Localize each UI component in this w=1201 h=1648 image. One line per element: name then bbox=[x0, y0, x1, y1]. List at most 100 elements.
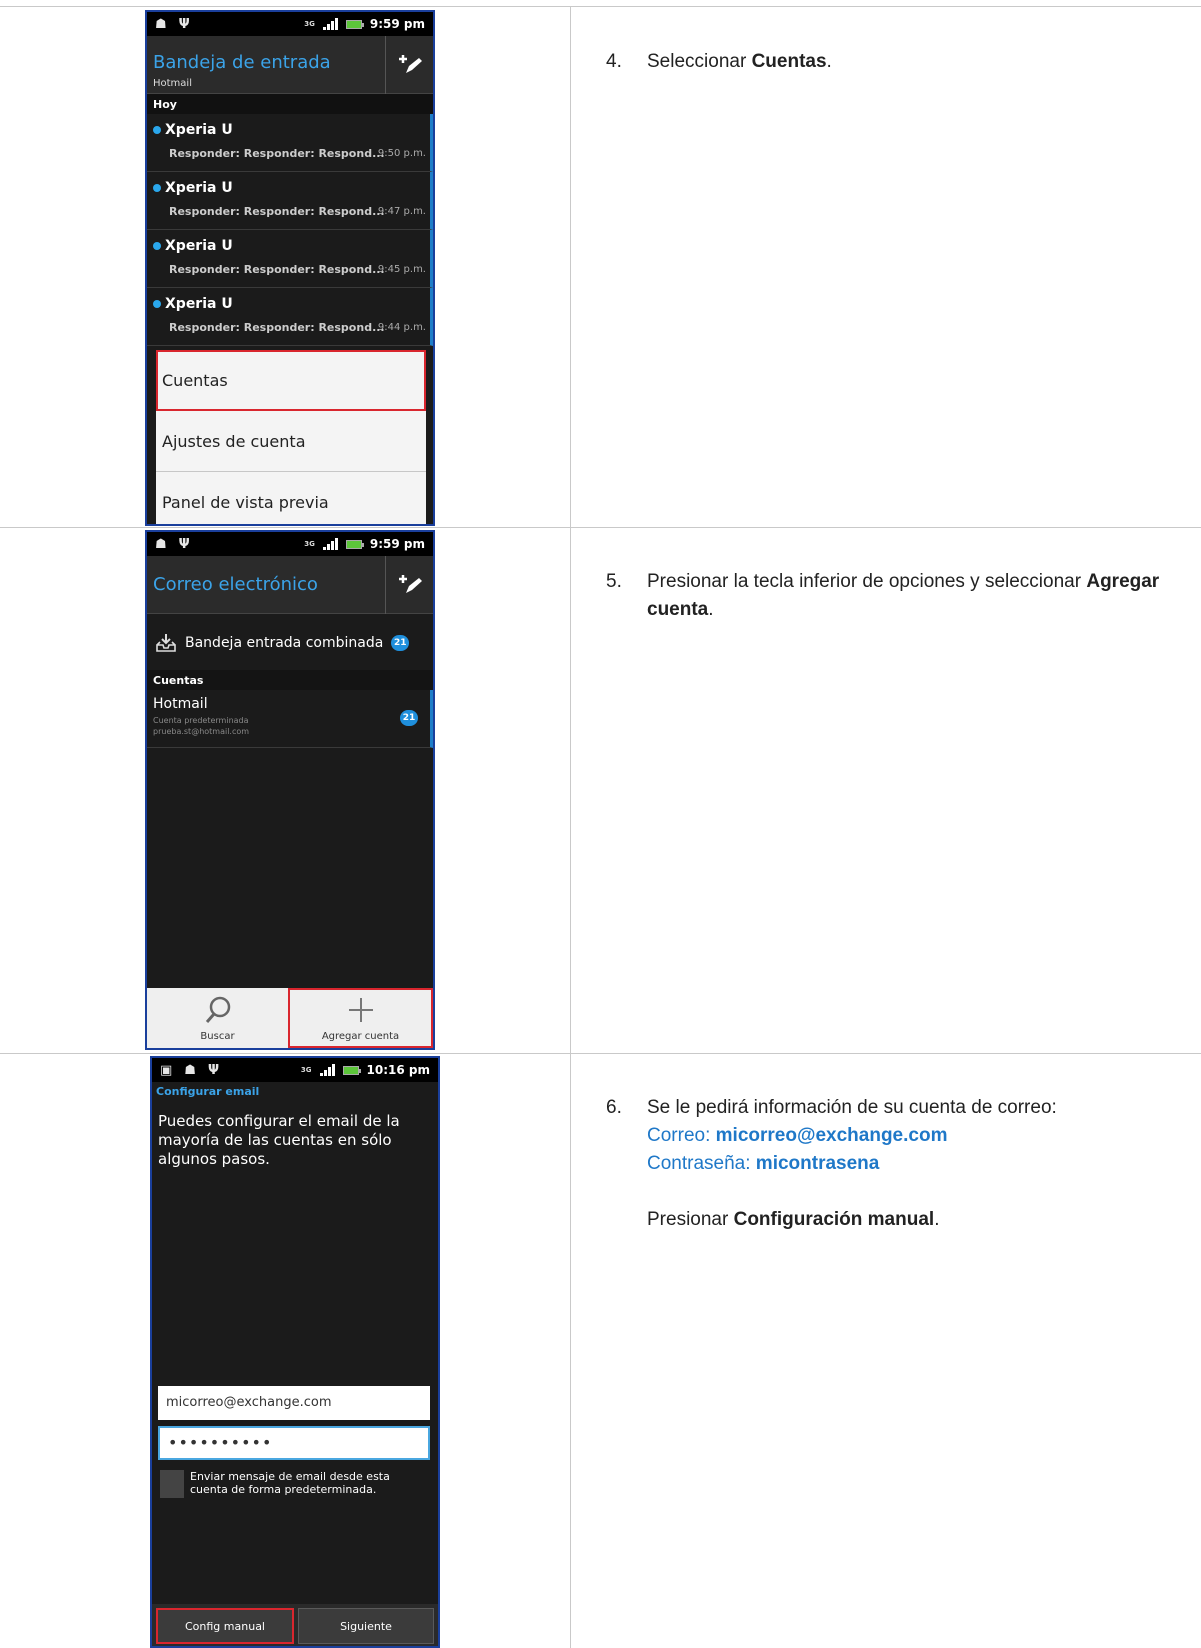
mail-time: 9:44 p.m. bbox=[377, 322, 426, 333]
default-account-label: Enviar mensaje de email desde esta cuent… bbox=[190, 1470, 390, 1496]
app-bar: Correo electrónico bbox=[147, 556, 433, 614]
compose-button[interactable] bbox=[385, 36, 433, 94]
usb-icon: Ψ bbox=[178, 16, 190, 32]
mail-item[interactable]: Xperia U Responder: Responder: Respond..… bbox=[147, 230, 433, 288]
signal-icon bbox=[319, 1064, 335, 1076]
password-field[interactable]: •••••••••• bbox=[158, 1426, 430, 1460]
unread-dot-icon bbox=[153, 242, 161, 250]
step-text: Se le pedirá información de su cuenta de… bbox=[647, 1094, 1201, 1234]
unread-dot-icon bbox=[153, 126, 161, 134]
account-subtitle: Hotmail bbox=[153, 78, 192, 89]
network-type: 3G bbox=[304, 19, 315, 28]
press-instruction: Presionar Configuración manual. bbox=[647, 1209, 940, 1230]
page-title: Bandeja de entrada bbox=[153, 52, 331, 73]
bottom-action-bar: Buscar Agregar cuenta bbox=[147, 988, 433, 1048]
status-time: 9:59 pm bbox=[369, 537, 425, 551]
search-icon bbox=[205, 996, 230, 1023]
table-column-divider bbox=[570, 6, 571, 1648]
android-icon: ☗ bbox=[155, 536, 167, 552]
bottom-button-bar: Config manual Siguiente bbox=[152, 1604, 438, 1646]
table-row-divider bbox=[0, 1053, 1201, 1054]
section-header: Hoy bbox=[147, 94, 433, 114]
network-type: 3G bbox=[300, 1065, 312, 1074]
options-menu: Cuentas Ajustes de cuenta Panel de vista… bbox=[156, 350, 426, 524]
mail-time: 9:47 p.m. bbox=[377, 206, 426, 217]
notification-icon: ▣ bbox=[160, 1062, 173, 1078]
mail-subject: Responder: Responder: Respond... bbox=[169, 205, 385, 218]
signal-icon bbox=[322, 538, 338, 550]
mail-subject: Responder: Responder: Respond... bbox=[169, 147, 385, 160]
unread-count-badge: 21 bbox=[391, 635, 410, 651]
status-time: 10:16 pm bbox=[366, 1063, 430, 1077]
menu-item-preview-panel[interactable]: Panel de vista previa bbox=[156, 472, 426, 524]
battery-icon bbox=[345, 539, 364, 549]
next-button[interactable]: Siguiente bbox=[298, 1608, 434, 1644]
section-header: Cuentas bbox=[147, 670, 433, 690]
mail-item[interactable]: Xperia U Responder: Responder: Respond..… bbox=[147, 172, 433, 230]
mail-sender: Xperia U bbox=[165, 238, 233, 254]
unread-count-badge: 21 bbox=[400, 710, 418, 726]
plus-icon bbox=[348, 997, 373, 1022]
android-icon: ☗ bbox=[155, 16, 167, 32]
mail-sender: Xperia U bbox=[165, 122, 233, 138]
network-type: 3G bbox=[304, 539, 315, 548]
add-account-label: Agregar cuenta bbox=[321, 1030, 400, 1042]
status-bar: ☗ Ψ 3G 9:59 pm bbox=[147, 12, 433, 36]
unread-dot-icon bbox=[153, 184, 161, 192]
email-field[interactable]: micorreo@exchange.com bbox=[158, 1386, 430, 1420]
signal-icon bbox=[322, 18, 338, 30]
step-number: 4. bbox=[606, 51, 622, 72]
compose-icon bbox=[398, 55, 422, 73]
mail-item[interactable]: Xperia U Responder: Responder: Respond..… bbox=[147, 288, 433, 346]
compose-icon bbox=[398, 575, 422, 593]
step-number: 5. bbox=[606, 571, 622, 592]
unread-dot-icon bbox=[153, 300, 161, 308]
phone-screenshot-configure-email: ▣ ☗ Ψ 3G 10:16 pm Configurar email Puedes … bbox=[150, 1056, 440, 1648]
search-button-label: Buscar bbox=[200, 1030, 235, 1042]
android-icon: ☗ bbox=[184, 1062, 196, 1078]
mail-sender: Xperia U bbox=[165, 180, 233, 196]
mail-time: 9:50 p.m. bbox=[377, 148, 426, 159]
mail-item[interactable]: Xperia U Responder: Responder: Respond..… bbox=[147, 114, 433, 172]
combined-inbox-label: Bandeja entrada combinada bbox=[185, 635, 384, 651]
table-border-top bbox=[0, 6, 1201, 7]
mail-subject: Responder: Responder: Respond... bbox=[169, 263, 385, 276]
battery-icon bbox=[345, 19, 364, 29]
step-text: Presionar la tecla inferior de opciones … bbox=[647, 571, 1160, 620]
password-credential-line: Contraseña: micontrasena bbox=[647, 1153, 880, 1174]
phone-screenshot-inbox: ☗ Ψ 3G 9:59 pm Bandeja de entrada Hotmail… bbox=[145, 10, 435, 526]
menu-item-account-settings[interactable]: Ajustes de cuenta bbox=[156, 411, 426, 472]
step-text: Seleccionar Cuentas. bbox=[647, 51, 832, 72]
step-number: 6. bbox=[606, 1097, 622, 1118]
combined-inbox-row[interactable]: Bandeja entrada combinada 21 bbox=[147, 616, 433, 670]
inbox-tray-icon bbox=[156, 634, 176, 652]
mail-subject: Responder: Responder: Respond... bbox=[169, 321, 385, 334]
account-default-label: Cuenta predeterminada bbox=[153, 716, 249, 725]
table-row-divider bbox=[0, 527, 1201, 528]
add-account-button[interactable]: Agregar cuenta bbox=[288, 988, 433, 1048]
default-account-checkbox[interactable] bbox=[160, 1470, 184, 1498]
status-bar: ☗ Ψ 3G 9:59 pm bbox=[147, 532, 433, 556]
account-item-hotmail[interactable]: Hotmail Cuenta predeterminada prueba.st@… bbox=[147, 690, 433, 748]
default-account-option: Enviar mensaje de email desde esta cuent… bbox=[160, 1470, 430, 1498]
status-bar: ▣ ☗ Ψ 3G 10:16 pm bbox=[152, 1058, 438, 1082]
status-time: 9:59 pm bbox=[369, 17, 425, 31]
usb-icon: Ψ bbox=[207, 1062, 219, 1078]
setup-description: Puedes configurar el email de la mayoría… bbox=[158, 1112, 400, 1168]
phone-screenshot-accounts: ☗ Ψ 3G 9:59 pm Correo electrónico Bandeja… bbox=[145, 530, 435, 1050]
email-credential-line: Correo: micorreo@exchange.com bbox=[647, 1125, 948, 1146]
mail-sender: Xperia U bbox=[165, 296, 233, 312]
account-email: prueba.st@hotmail.com bbox=[153, 727, 250, 736]
usb-icon: Ψ bbox=[178, 536, 190, 552]
search-button[interactable]: Buscar bbox=[147, 988, 288, 1048]
compose-button[interactable] bbox=[385, 556, 433, 614]
manual-config-button[interactable]: Config manual bbox=[156, 1608, 294, 1644]
app-bar: Bandeja de entrada Hotmail bbox=[147, 36, 433, 94]
menu-item-cuentas[interactable]: Cuentas bbox=[156, 350, 426, 411]
account-name: Hotmail bbox=[153, 696, 208, 712]
mail-time: 9:45 p.m. bbox=[377, 264, 426, 275]
page-title: Configurar email bbox=[152, 1082, 438, 1102]
battery-icon bbox=[342, 1065, 361, 1075]
page-title: Correo electrónico bbox=[153, 574, 318, 595]
step-intro: Se le pedirá información de su cuenta de… bbox=[647, 1097, 1057, 1118]
